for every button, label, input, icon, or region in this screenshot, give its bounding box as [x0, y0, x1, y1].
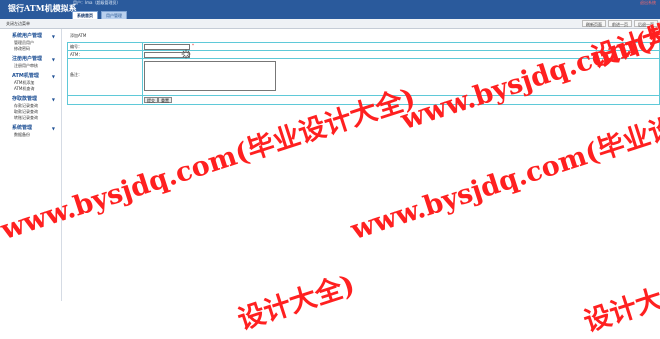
atm-field-cell — [143, 49, 659, 59]
required-mark: * — [192, 43, 194, 48]
chevron-down-icon: ▼ — [51, 34, 55, 39]
remark-field-cell — [143, 59, 659, 95]
sidebar-group-title[interactable]: 注册用户管理 ▼ — [0, 56, 61, 63]
sidebar-group-system-users: 系统用户管理 ▼ 管理员用户 修改密码 — [0, 33, 61, 52]
actions-cell: 提交 重置 — [143, 96, 659, 104]
main-content: 添加ATM 编号： * ATM： 备注： 提交 重置 — [62, 29, 660, 301]
add-atm-form: 编号： * ATM： 备注： 提交 重置 — [67, 42, 660, 105]
sidebar-group-title[interactable]: 存取款管理 ▼ — [0, 96, 61, 103]
sidebar-group-system: 系统管理 ▼ 数据备份 — [0, 125, 61, 138]
toolbar: 关闭左边菜单 刷新页面 前进一页 后退一页 — [0, 19, 660, 29]
chevron-down-icon: ▼ — [51, 97, 55, 102]
reset-button[interactable]: 重置 — [158, 97, 172, 103]
app-header: 银行ATM机模拟系 用户：lma（超级管理员） 退出系统 系统首页 用户管理 — [0, 0, 660, 19]
number-label: 编号： — [68, 43, 143, 50]
sidebar-group-registered-users: 注册用户管理 ▼ 注册用户审核 — [0, 56, 61, 69]
remark-textarea[interactable] — [144, 61, 276, 91]
sidebar-group-atm: ATM机管理 ▼ ATM机添加 ATM机查询 — [0, 73, 61, 92]
chevron-down-icon: ▼ — [51, 57, 55, 62]
sidebar-item-atm-query[interactable]: ATM机查询 — [0, 86, 61, 92]
remark-label: 备注： — [68, 59, 143, 95]
sidebar-group-label: 系统用户管理 — [12, 33, 43, 39]
submit-button[interactable]: 提交 — [144, 97, 158, 103]
toolbar-buttons: 刷新页面 前进一页 后退一页 — [582, 20, 658, 27]
app-title: 银行ATM机模拟系 — [8, 3, 77, 13]
sidebar-item-data-backup[interactable]: 数据备份 — [0, 132, 61, 138]
sidebar-item-user-review[interactable]: 注册用户审核 — [0, 63, 61, 69]
number-field-cell: * — [143, 43, 659, 50]
atm-label: ATM： — [68, 51, 143, 58]
sidebar-group-label: 系统管理 — [12, 125, 33, 131]
loading-cursor-icon — [181, 49, 191, 59]
sidebar-group-label: ATM机管理 — [12, 73, 39, 79]
sidebar-group-title[interactable]: 系统用户管理 ▼ — [0, 33, 61, 40]
form-row-number: 编号： * — [68, 43, 659, 51]
logout-link[interactable]: 退出系统 — [640, 0, 656, 6]
refresh-page-button[interactable]: 刷新页面 — [582, 20, 606, 27]
page-title: 添加ATM — [70, 33, 87, 38]
sidebar-group-label: 存取款管理 — [12, 96, 38, 102]
sidebar-group-label: 注册用户管理 — [12, 56, 43, 62]
tab-user-management[interactable]: 用户管理 — [101, 11, 127, 19]
sidebar-group-deposit-withdraw: 存取款管理 ▼ 存款记录查询 取款记录查询 转账记录查询 — [0, 96, 61, 121]
sidebar-group-title[interactable]: ATM机管理 ▼ — [0, 73, 61, 80]
actions-label-cell — [68, 96, 143, 104]
chevron-down-icon: ▼ — [51, 74, 55, 79]
current-user-info: 用户：lma（超级管理员） — [73, 0, 121, 5]
forward-page-button[interactable]: 前进一页 — [608, 20, 632, 27]
sidebar: 系统用户管理 ▼ 管理员用户 修改密码 注册用户管理 ▼ 注册用户审核 ATM机管理… — [0, 29, 62, 301]
form-row-remark: 备注： — [68, 59, 659, 96]
sidebar-group-title[interactable]: 系统管理 ▼ — [0, 125, 61, 132]
sidebar-item-transfer-records[interactable]: 转账记录查询 — [0, 115, 61, 121]
form-row-actions: 提交 重置 — [68, 96, 659, 104]
collapse-left-menu-link[interactable]: 关闭左边菜单 — [6, 21, 30, 27]
tab-home[interactable]: 系统首页 — [72, 11, 98, 19]
chevron-down-icon: ▼ — [51, 126, 55, 131]
back-page-button[interactable]: 后退一页 — [634, 20, 658, 27]
form-row-atm: ATM： — [68, 49, 659, 59]
sidebar-item-change-password[interactable]: 修改密码 — [0, 46, 61, 52]
top-nav-tabs: 系统首页 用户管理 — [72, 11, 127, 19]
